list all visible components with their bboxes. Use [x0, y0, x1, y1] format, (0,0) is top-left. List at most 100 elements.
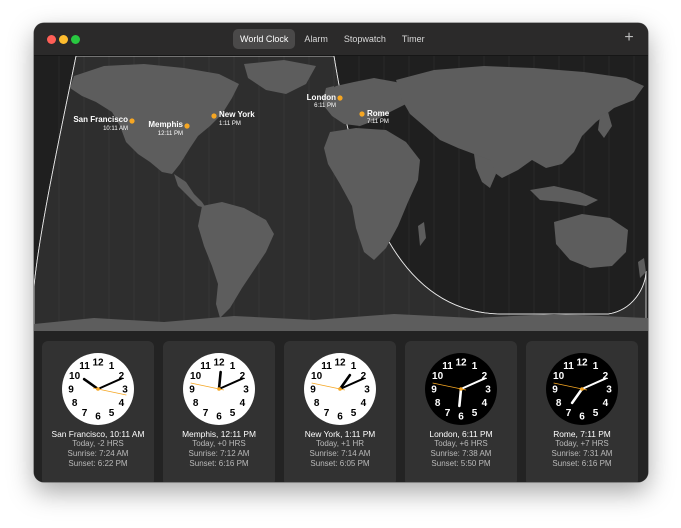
title-bar: World Clock Alarm Stopwatch Timer + — [34, 23, 648, 56]
clock-dial-number: 7 — [82, 408, 88, 419]
clock-center-pin — [580, 387, 584, 391]
world-map: San Francisco 10:11 AM Memphis 12:11 PM … — [34, 56, 648, 331]
map-pin-icon — [184, 123, 190, 129]
clock-dial-number: 6 — [579, 412, 585, 423]
clock-card-sunset: Sunset: 6:16 PM — [552, 459, 612, 468]
clock-dial-number: 6 — [337, 412, 343, 423]
city-name: London — [307, 93, 336, 102]
clock-cards: 12 1 2 3 4 5 6 7 8 9 10 11 San Francisco, 10:11 AM … — [34, 331, 648, 482]
minimize-window-button[interactable] — [59, 35, 68, 44]
city-name: Rome — [367, 109, 390, 118]
city-time: 6:11 PM — [314, 103, 336, 109]
clock-center-pin — [459, 387, 463, 391]
view-tabs: World Clock Alarm Stopwatch Timer — [233, 29, 432, 49]
city-time: 1:11 PM — [219, 121, 241, 127]
clock-dial-number: 9 — [431, 385, 437, 396]
clock-card-offset: Today, +6 HRS — [434, 439, 488, 448]
clock-dial-number: 11 — [442, 361, 453, 372]
clock-card-title: Rome, 7:11 PM — [553, 429, 611, 439]
clock-dial-number: 8 — [435, 398, 441, 409]
clock-dial-number: 10 — [432, 371, 444, 382]
clock-card-san-francisco[interactable]: 12 1 2 3 4 5 6 7 8 9 10 11 San Francisco, 10:11 AM … — [42, 341, 154, 482]
city-name: San Francisco — [73, 115, 128, 124]
clock-card-title: Memphis, 12:11 PM — [182, 429, 256, 439]
clock-dial-number: 12 — [576, 358, 588, 369]
clock-dial-number: 4 — [361, 398, 367, 409]
analog-clock-icon: 12 1234567891011 — [62, 353, 134, 425]
clock-center-pin — [96, 387, 100, 391]
clock-card-offset: Today, +0 HRS — [192, 439, 246, 448]
map-pin-icon — [337, 95, 343, 101]
clock-dial-number: 1 — [593, 361, 599, 372]
clock-center-pin — [217, 387, 221, 391]
clock-card-sunrise: Sunrise: 7:31 AM — [551, 449, 613, 458]
clock-card-offset: Today, +1 HR — [315, 439, 365, 448]
add-clock-button[interactable]: + — [622, 28, 636, 48]
clock-dial-number: 7 — [445, 408, 451, 419]
clock-dial-number: 11 — [563, 361, 574, 372]
clock-dial-number: 9 — [310, 385, 316, 396]
clock-dial-number: 10 — [311, 371, 323, 382]
clock-dial-number: 4 — [482, 398, 488, 409]
analog-clock-icon: 12 1234567891011 — [425, 353, 497, 425]
clock-card-new-york[interactable]: 12 1 2 3 4 5 6 7 8 9 10 11 New York, 1:11 PM Today,… — [284, 341, 396, 482]
clock-dial-number: 6 — [216, 412, 222, 423]
clock-dial-number: 9 — [552, 385, 558, 396]
analog-clock-icon: 12 1234567891011 — [183, 353, 255, 425]
clock-dial-number: 12 — [92, 358, 104, 369]
clock-dial-number: 10 — [190, 371, 202, 382]
close-window-button[interactable] — [47, 35, 56, 44]
tab-timer[interactable]: Timer — [395, 29, 432, 49]
clock-center-pin — [338, 387, 342, 391]
clock-dial-number: 7 — [566, 408, 572, 419]
clock-dial-number: 5 — [593, 408, 599, 419]
clock-dial-number: 4 — [603, 398, 609, 409]
city-name: New York — [219, 110, 255, 119]
clock-dial-number: 8 — [314, 398, 320, 409]
hour-hand — [458, 387, 463, 408]
clock-dial-number: 5 — [109, 408, 115, 419]
city-time: 12:11 PM — [158, 131, 183, 137]
clock-dial-number: 5 — [472, 408, 478, 419]
clock-card-sunset: Sunset: 5:50 PM — [431, 459, 491, 468]
clock-dial-number: 11 — [321, 361, 332, 372]
clock-dial-number: 8 — [193, 398, 199, 409]
world-clock-window: World Clock Alarm Stopwatch Timer + San … — [34, 23, 648, 482]
zoom-window-button[interactable] — [71, 35, 80, 44]
clock-dial-number: 9 — [189, 385, 195, 396]
tab-stopwatch[interactable]: Stopwatch — [337, 29, 393, 49]
clock-dial-number: 4 — [240, 398, 246, 409]
clock-dial-number: 4 — [119, 398, 125, 409]
clock-dial-number: 6 — [95, 412, 101, 423]
clock-dial-number: 3 — [485, 385, 491, 396]
clock-dial-number: 1 — [230, 361, 236, 372]
clock-card-offset: Today, +7 HRS — [555, 439, 609, 448]
clock-dial-number: 10 — [553, 371, 565, 382]
tab-world-clock[interactable]: World Clock — [233, 29, 296, 49]
clock-dial-number: 5 — [351, 408, 357, 419]
map-pin-icon — [211, 113, 217, 119]
clock-dial-number: 1 — [351, 361, 357, 372]
city-time: 7:11 PM — [367, 119, 389, 125]
tab-alarm[interactable]: Alarm — [297, 29, 335, 49]
clock-dial-number: 1 — [109, 361, 115, 372]
clock-dial-number: 8 — [556, 398, 562, 409]
clock-dial-number: 5 — [230, 408, 236, 419]
clock-dial-number: 12 — [334, 358, 346, 369]
analog-clock-icon: 12 1234567891011 — [546, 353, 618, 425]
hour-hand — [217, 370, 222, 391]
clock-dial-number: 10 — [69, 371, 81, 382]
clock-card-title: London, 6:11 PM — [429, 429, 493, 439]
clock-dial-number: 12 — [213, 358, 225, 369]
clock-card-sunrise: Sunrise: 7:38 AM — [430, 449, 492, 458]
clock-card-london[interactable]: 12 1 2 3 4 5 6 7 8 9 10 11 London, 6:11 PM Today, +… — [405, 341, 517, 482]
city-name: Memphis — [148, 120, 183, 129]
clock-card-title: San Francisco, 10:11 AM — [51, 429, 145, 439]
clock-dial-number: 7 — [324, 408, 330, 419]
clock-dial-number: 6 — [458, 412, 464, 423]
clock-dial-number: 1 — [472, 361, 478, 372]
clock-card-title: New York, 1:11 PM — [304, 429, 376, 439]
clock-dial-number: 11 — [200, 361, 211, 372]
clock-card-rome[interactable]: 12 1 2 3 4 5 6 7 8 9 10 11 Rome, 7:11 PM Today, +7 … — [526, 341, 638, 482]
clock-card-memphis[interactable]: 12 1 2 3 4 5 6 7 8 9 10 11 Memphis, 12:11 PM Today,… — [163, 341, 275, 482]
